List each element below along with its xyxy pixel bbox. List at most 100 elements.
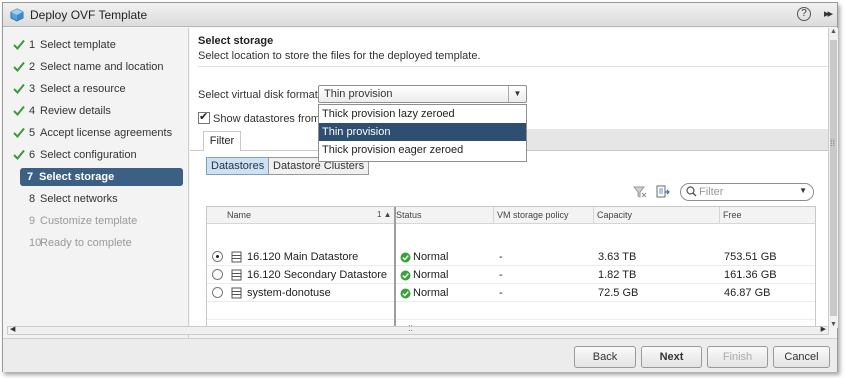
filter-input[interactable]: Filter ▼ (680, 183, 814, 201)
radio-button[interactable] (212, 251, 223, 262)
option-thin[interactable]: Thin provision (319, 123, 526, 141)
checkbox-icon[interactable]: ✔ (198, 111, 210, 124)
show-datastores-checkbox[interactable]: ✔ Show datastores from (198, 111, 320, 125)
datastore-name: 16.120 Secondary Datastore (247, 269, 388, 281)
check-icon (13, 39, 25, 50)
radio-button[interactable] (212, 269, 223, 280)
datastore-icon (231, 269, 242, 281)
column-vm-storage-policy[interactable]: VM storage policy (497, 210, 569, 220)
step-accept-license[interactable]: 5 Accept license agreements (13, 124, 183, 142)
chevron-down-icon[interactable]: ▼ (799, 186, 807, 195)
option-thick-eager[interactable]: Thick provision eager zeroed (319, 141, 526, 159)
datastore-status: Normal (413, 287, 449, 299)
step-number: 7 (27, 171, 34, 183)
finish-button: Finish (707, 346, 768, 368)
column-name[interactable]: Name (227, 210, 251, 220)
step-select-configuration[interactable]: 6 Select configuration (13, 146, 183, 164)
section-title: Select storage (198, 35, 274, 47)
step-number: 1 (29, 39, 36, 51)
check-icon (13, 61, 25, 72)
step-select-template[interactable]: 1 Select template (13, 36, 183, 54)
search-icon (686, 186, 697, 197)
chevron-down-icon[interactable]: ▼ (508, 86, 526, 102)
radio-button[interactable] (212, 287, 223, 298)
disk-format-label: Select virtual disk format: (198, 89, 321, 101)
table-header: Name 1 ▲ Status VM storage policy Capaci… (207, 207, 815, 224)
next-button[interactable]: Next (641, 346, 702, 368)
column-divider (593, 207, 594, 224)
export-icon[interactable] (656, 185, 670, 202)
disk-format-value: Thin provision (324, 88, 393, 100)
option-thick-lazy[interactable]: Thick provision lazy zeroed (319, 105, 526, 123)
step-customize-template: 9 Customize template (13, 212, 183, 230)
step-label: Select template (40, 39, 116, 51)
step-number: 6 (29, 149, 36, 161)
step-select-resource[interactable]: 3 Select a resource (13, 80, 183, 98)
help-icon[interactable]: ? (797, 7, 811, 21)
step-select-storage[interactable]: 7 Select storage (20, 168, 183, 186)
expand-icon[interactable]: ▸▸ (824, 7, 833, 20)
column-free[interactable]: Free (723, 210, 742, 220)
show-datastores-label: Show datastores from (213, 113, 320, 125)
step-number: 4 (29, 105, 36, 117)
datastore-free: 161.36 GB (724, 269, 777, 281)
scroll-right-icon[interactable]: ▶ (821, 325, 826, 333)
horizontal-scrollbar[interactable]: ◀ ⁚⁚ ▶ (7, 324, 829, 335)
table-row[interactable]: 16.120 Secondary Datastore Normal - 1.82… (207, 266, 815, 284)
datastores-toggle[interactable]: Datastores (206, 157, 270, 175)
step-number: 3 (29, 83, 36, 95)
datastore-policy: - (499, 269, 503, 281)
step-number: 5 (29, 127, 36, 139)
datastore-status: Normal (413, 251, 449, 263)
scroll-up-icon[interactable]: ▲ (830, 28, 837, 35)
ovf-template-icon (10, 8, 24, 25)
status-ok-icon (400, 288, 411, 299)
step-number: 2 (29, 61, 36, 73)
tab-filter[interactable]: Filter (203, 131, 241, 151)
datastore-capacity: 1.82 TB (598, 269, 637, 281)
datastore-free: 46.87 GB (724, 287, 771, 299)
title-bar: Deploy OVF Template ? ▸▸ (3, 3, 837, 27)
deploy-ovf-window: Deploy OVF Template ? ▸▸ 1 Select templa… (2, 2, 838, 372)
column-divider (719, 207, 720, 224)
disk-format-dropdown: Thick provision lazy zeroed Thin provisi… (318, 104, 527, 162)
resize-grip-icon[interactable]: ⁚⁚ (408, 324, 413, 333)
frozen-column-divider (394, 207, 396, 327)
table-row[interactable]: system-donotuse Normal - 72.5 GB 46.87 G… (207, 284, 815, 302)
column-capacity[interactable]: Capacity (597, 210, 632, 220)
check-icon (13, 83, 25, 94)
back-button[interactable]: Back (574, 346, 636, 368)
check-icon (13, 149, 25, 160)
check-icon (13, 127, 25, 138)
step-select-name-location[interactable]: 2 Select name and location (13, 58, 183, 76)
sort-ascending-icon[interactable]: 1 ▲ (377, 210, 392, 219)
datastore-icon (231, 251, 242, 263)
datastore-capacity: 3.63 TB (598, 251, 637, 263)
datastore-table: Name 1 ▲ Status VM storage policy Capaci… (206, 206, 816, 328)
wizard-footer: Back Next Finish Cancel (3, 338, 837, 372)
step-number: 9 (29, 215, 36, 227)
section-description: Select location to store the files for t… (198, 50, 481, 62)
vertical-scrollbar[interactable]: ▲ ▼ (828, 28, 838, 328)
clear-filter-icon[interactable] (632, 186, 647, 201)
scroll-down-icon[interactable]: ▼ (830, 321, 837, 328)
column-status[interactable]: Status (396, 210, 422, 220)
scroll-left-icon[interactable]: ◀ (10, 325, 15, 333)
status-ok-icon (400, 270, 411, 281)
datastore-icon (231, 287, 242, 299)
datastore-capacity: 72.5 GB (598, 287, 639, 299)
datastore-policy: - (499, 251, 503, 263)
resize-grip-icon[interactable]: ⁞⁞ (830, 138, 835, 148)
disk-format-select[interactable]: Thin provision ▼ (318, 85, 527, 103)
step-label: Select storage (39, 171, 115, 183)
column-divider (493, 207, 494, 224)
cancel-button[interactable]: Cancel (773, 346, 830, 368)
step-ready-to-complete: 10 Ready to complete (13, 234, 183, 252)
step-label: Select name and location (40, 61, 164, 73)
main-panel: Select storage Select location to store … (190, 28, 828, 328)
table-row[interactable]: 16.120 Main Datastore Normal - 3.63 TB 7… (207, 248, 815, 266)
step-review-details[interactable]: 4 Review details (13, 102, 183, 120)
step-select-networks[interactable]: 8 Select networks (13, 190, 183, 208)
divider (198, 66, 828, 67)
scrollbar-thumb[interactable] (830, 40, 837, 316)
